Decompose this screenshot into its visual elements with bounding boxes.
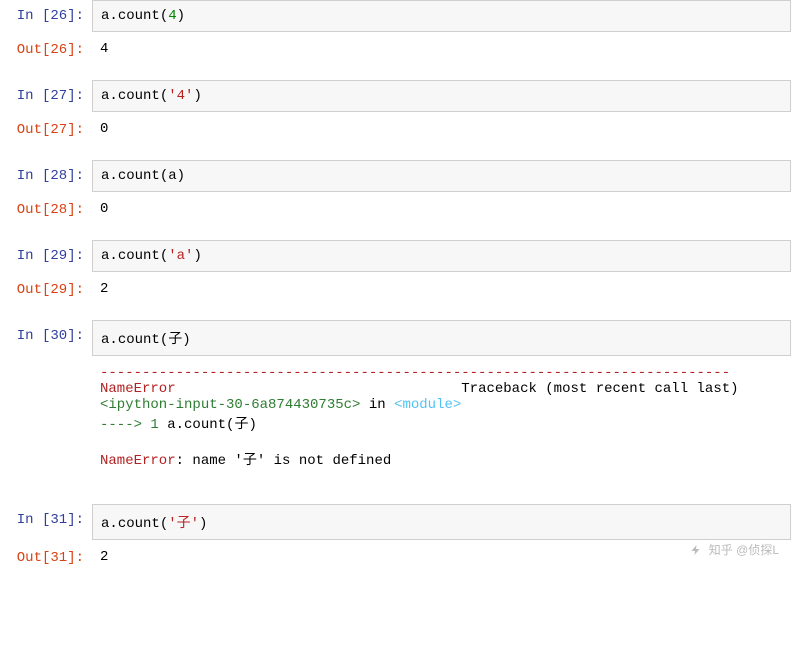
input-prompt: In [27]: bbox=[0, 80, 92, 104]
output-value: 2 bbox=[92, 274, 791, 304]
output-cell: Out[28]:0 bbox=[0, 194, 791, 224]
output-prompt: Out[26]: bbox=[0, 34, 92, 58]
code-input[interactable]: a.count('a') bbox=[92, 240, 791, 272]
input-prompt: In [28]: bbox=[0, 160, 92, 184]
input-cell: In [30]:a.count(子) bbox=[0, 320, 791, 356]
input-prompt: In [31]: bbox=[0, 504, 92, 528]
input-prompt: In [29]: bbox=[0, 240, 92, 264]
code-input[interactable]: a.count('4') bbox=[92, 80, 791, 112]
watermark: 知乎 @侦探L bbox=[690, 541, 779, 558]
error-prompt-spacer bbox=[0, 358, 92, 366]
input-cell: In [29]:a.count('a') bbox=[0, 240, 791, 272]
output-cell: Out[26]:4 bbox=[0, 34, 791, 64]
output-cell: Out[31]:2 bbox=[0, 542, 791, 572]
input-prompt: In [26]: bbox=[0, 0, 92, 24]
output-value: 0 bbox=[92, 114, 791, 144]
output-value: 4 bbox=[92, 34, 791, 64]
output-value: 0 bbox=[92, 194, 791, 224]
output-cell: Out[27]:0 bbox=[0, 114, 791, 144]
output-cell: Out[29]:2 bbox=[0, 274, 791, 304]
error-traceback: ----------------------------------------… bbox=[92, 358, 791, 476]
output-prompt: Out[31]: bbox=[0, 542, 92, 566]
output-prompt: Out[28]: bbox=[0, 194, 92, 218]
input-cell: In [27]:a.count('4') bbox=[0, 80, 791, 112]
output-prompt: Out[29]: bbox=[0, 274, 92, 298]
watermark-text: 知乎 @侦探L bbox=[709, 543, 779, 557]
code-input[interactable]: a.count('子') bbox=[92, 504, 791, 540]
input-cell: In [26]:a.count(4) bbox=[0, 0, 791, 32]
output-prompt: Out[27]: bbox=[0, 114, 92, 138]
error-cell: ----------------------------------------… bbox=[0, 358, 791, 476]
input-cell: In [28]:a.count(a) bbox=[0, 160, 791, 192]
code-input[interactable]: a.count(4) bbox=[92, 0, 791, 32]
input-cell: In [31]:a.count('子') bbox=[0, 504, 791, 540]
output-value: 2 bbox=[92, 542, 791, 572]
code-input[interactable]: a.count(a) bbox=[92, 160, 791, 192]
input-prompt: In [30]: bbox=[0, 320, 92, 344]
code-input[interactable]: a.count(子) bbox=[92, 320, 791, 356]
